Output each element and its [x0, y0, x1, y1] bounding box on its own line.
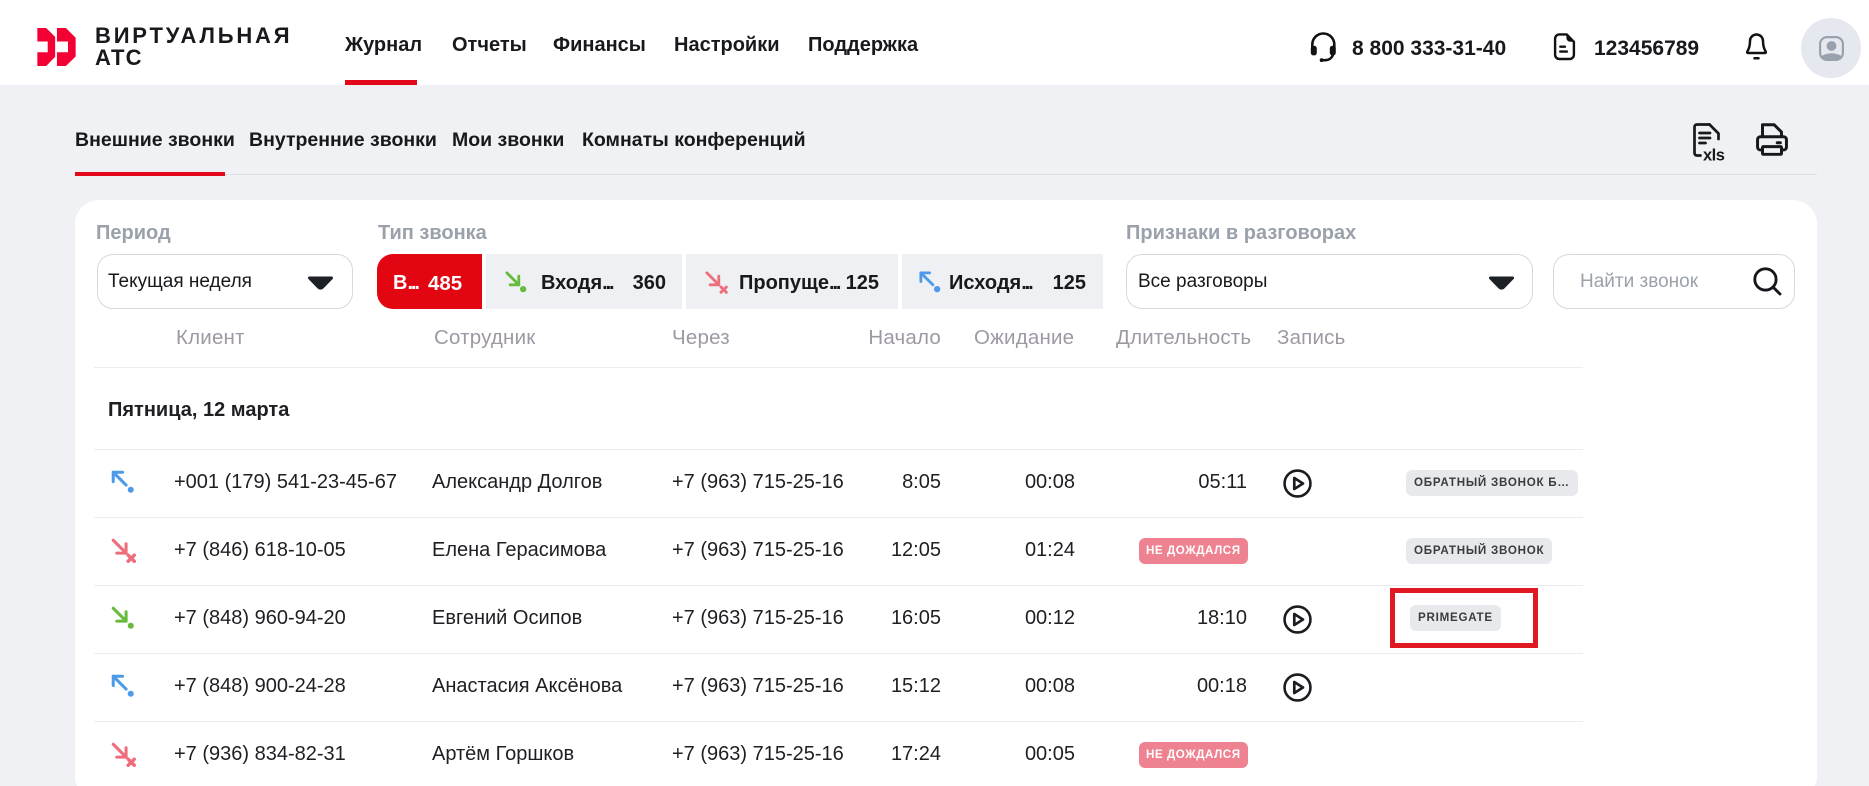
svg-text:xls: xls	[1703, 147, 1725, 165]
